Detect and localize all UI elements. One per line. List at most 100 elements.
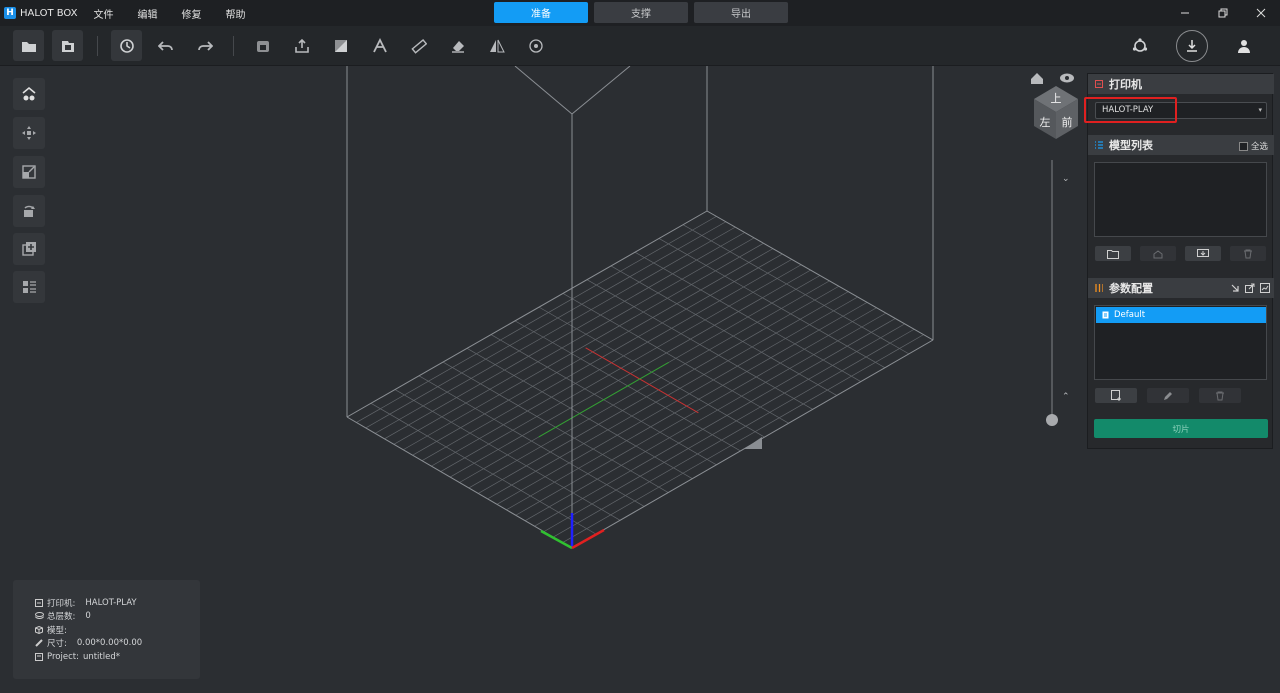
view-tool-button[interactable] bbox=[13, 78, 45, 110]
select-all-label: 全选 bbox=[1250, 142, 1268, 152]
tab-export[interactable]: 导出 bbox=[694, 2, 788, 23]
list-icon bbox=[23, 281, 36, 293]
download-button[interactable] bbox=[1176, 30, 1208, 62]
history-button[interactable] bbox=[111, 30, 142, 61]
slider-up-chevron-icon[interactable]: ⌃ bbox=[1062, 392, 1070, 402]
slice-plane-button[interactable] bbox=[325, 30, 356, 61]
info-printer-row: 打印机: HALOT-PLAY bbox=[35, 596, 200, 610]
open-file-button[interactable] bbox=[13, 30, 44, 61]
undo-button[interactable] bbox=[150, 30, 181, 61]
profile-list[interactable]: Default bbox=[1094, 305, 1267, 380]
document-icon bbox=[1102, 311, 1109, 319]
import-model-button[interactable] bbox=[1185, 246, 1221, 261]
lattice-button[interactable] bbox=[520, 30, 551, 61]
cube-face-left[interactable]: 左 bbox=[1040, 116, 1051, 129]
params-section-title: 参数配置 bbox=[1109, 282, 1153, 295]
title-bar: H HALOT BOX 文件 编辑 修复 帮助 准备 支撑 导出 bbox=[0, 0, 1280, 26]
duplicate-model-button[interactable] bbox=[1140, 246, 1176, 261]
connect-icon bbox=[1132, 38, 1148, 52]
ruler-icon bbox=[410, 38, 427, 54]
delete-profile-button[interactable] bbox=[1199, 388, 1241, 403]
profile-item-default[interactable]: Default bbox=[1096, 307, 1266, 323]
volume-edge bbox=[514, 65, 573, 115]
restore-button[interactable] bbox=[1204, 0, 1242, 26]
close-button[interactable] bbox=[1242, 0, 1280, 26]
export-icon bbox=[294, 38, 309, 53]
info-project-row: Project: untitled* bbox=[35, 650, 200, 664]
user-button[interactable] bbox=[1228, 30, 1260, 62]
duplicate-icon bbox=[1153, 249, 1163, 258]
tab-support[interactable]: 支撑 bbox=[594, 2, 688, 23]
profile-label: Default bbox=[1114, 310, 1146, 320]
open-folder-icon bbox=[21, 41, 36, 52]
mode-tabs: 准备 支撑 导出 bbox=[494, 2, 794, 23]
hollow-button[interactable] bbox=[247, 30, 278, 61]
scale-tool-button[interactable] bbox=[13, 156, 45, 188]
text-button[interactable] bbox=[364, 30, 395, 61]
select-all-checkbox[interactable]: 全选 bbox=[1238, 140, 1268, 152]
user-icon bbox=[1238, 40, 1250, 53]
layer-slider-handle[interactable] bbox=[1046, 414, 1058, 426]
edit-icon bbox=[1164, 391, 1172, 400]
edit-profile-button[interactable] bbox=[1147, 388, 1189, 403]
redo-icon bbox=[197, 40, 213, 51]
slice-button[interactable]: 切片 bbox=[1094, 419, 1268, 438]
layer-slider-track[interactable] bbox=[1051, 160, 1053, 418]
scale-icon bbox=[22, 165, 36, 179]
menu-edit[interactable]: 编辑 bbox=[138, 6, 158, 21]
view-cube[interactable]: 上 左 前 bbox=[1026, 68, 1086, 142]
menu-help[interactable]: 帮助 bbox=[226, 6, 246, 21]
volume-edge bbox=[571, 65, 631, 115]
ruler-icon bbox=[35, 639, 45, 648]
connect-button[interactable] bbox=[1124, 30, 1156, 62]
chart-config-button[interactable] bbox=[1260, 283, 1270, 293]
import-config-button[interactable] bbox=[1230, 283, 1240, 293]
mirror-icon bbox=[489, 39, 505, 52]
printer-icon bbox=[35, 598, 45, 607]
lattice-icon bbox=[528, 38, 543, 53]
mirror-button[interactable] bbox=[481, 30, 512, 61]
params-header-actions bbox=[1225, 283, 1270, 293]
tab-prepare[interactable]: 准备 bbox=[494, 2, 588, 23]
export-config-button[interactable] bbox=[1245, 283, 1255, 293]
rotate-tool-button[interactable] bbox=[13, 195, 45, 227]
eraser-icon bbox=[451, 40, 464, 53]
menu-repair[interactable]: 修复 bbox=[182, 6, 202, 21]
minimize-button[interactable] bbox=[1166, 0, 1204, 26]
printer-section-title: 打印机 bbox=[1109, 78, 1142, 91]
slider-down-chevron-icon[interactable]: ⌄ bbox=[1062, 174, 1070, 184]
delete-model-button[interactable] bbox=[1230, 246, 1266, 261]
model-list[interactable] bbox=[1094, 162, 1267, 237]
layers-icon bbox=[35, 612, 45, 621]
eraser-button[interactable] bbox=[442, 30, 473, 61]
plate-corner-marker bbox=[744, 437, 762, 449]
menu-file[interactable]: 文件 bbox=[94, 6, 114, 21]
open-model-button[interactable] bbox=[1095, 246, 1131, 261]
export-button[interactable] bbox=[286, 30, 317, 61]
printer-section-header: 打印机 bbox=[1088, 74, 1274, 94]
side-panel: 打印机 HALOT-PLAY ▾ 模型列表 全选 参数配置 Default 切片 bbox=[1087, 73, 1274, 449]
menu-bar: 文件 编辑 修复 帮助 bbox=[94, 6, 270, 21]
cube-face-top[interactable]: 上 bbox=[1051, 92, 1062, 105]
add-model-tool-button[interactable] bbox=[13, 233, 45, 265]
new-profile-icon bbox=[1110, 390, 1121, 401]
open-project-button[interactable] bbox=[52, 30, 83, 61]
home-view-icon[interactable] bbox=[1031, 73, 1043, 84]
move-tool-button[interactable] bbox=[13, 117, 45, 149]
eye-icon[interactable] bbox=[1060, 73, 1074, 83]
toolbar bbox=[0, 26, 1280, 66]
list-tool-button[interactable] bbox=[13, 271, 45, 303]
restore-icon bbox=[1218, 8, 1228, 18]
printer-select[interactable]: HALOT-PLAY ▾ bbox=[1095, 102, 1267, 119]
model-list-section-title: 模型列表 bbox=[1109, 139, 1153, 152]
new-profile-button[interactable] bbox=[1095, 388, 1137, 403]
cube-face-front[interactable]: 前 bbox=[1062, 115, 1073, 129]
list-lines-icon bbox=[1095, 141, 1103, 149]
center-line-red bbox=[585, 347, 699, 414]
ruler-button[interactable] bbox=[403, 30, 434, 61]
info-panel: 打印机: HALOT-PLAY 总层数: 0 模型: 尺寸: 0.00*0.00… bbox=[13, 580, 200, 679]
toolbar-separator bbox=[233, 36, 234, 56]
info-size-label: 尺寸: bbox=[47, 639, 67, 650]
chevron-down-icon: ▾ bbox=[1258, 106, 1262, 114]
redo-button[interactable] bbox=[189, 30, 220, 61]
